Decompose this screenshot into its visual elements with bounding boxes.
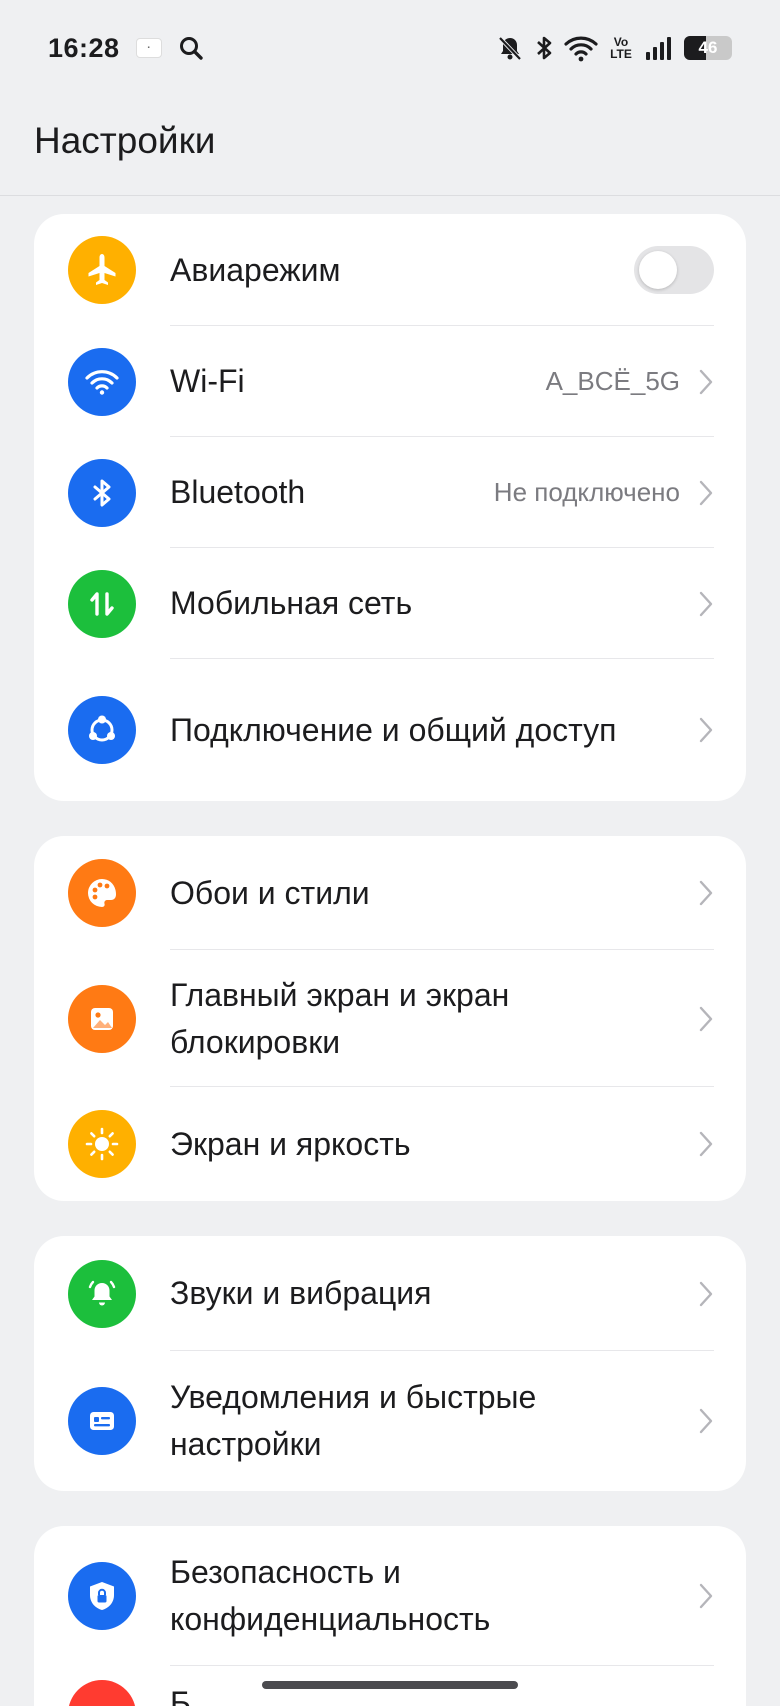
setting-bluetooth[interactable]: Bluetooth Не подключено (34, 437, 746, 548)
settings-group-sound-notifications: Звуки и вибрация Уведомления и быстрые н… (34, 1236, 746, 1491)
search-icon (179, 37, 203, 60)
clock: 16:28 (48, 32, 120, 63)
setting-security-privacy[interactable]: Безопасность и конфиденциальность (34, 1526, 746, 1666)
setting-notifications-quick[interactable]: Уведомления и быстрые настройки (34, 1351, 746, 1491)
chevron-right-icon (699, 369, 713, 394)
settings-group-security: Безопасность и конфиденциальность Б (34, 1526, 746, 1706)
app-notification-icon: ▪ (135, 38, 162, 58)
wifi-icon (68, 347, 136, 416)
chevron-right-icon (699, 717, 713, 743)
wifi-icon (564, 36, 598, 62)
mute-bell-icon (498, 36, 522, 61)
battery-settings-icon (68, 1680, 136, 1706)
setting-mobile-network[interactable]: Мобильная сеть (34, 548, 746, 659)
status-bar: 16:28 ▪ Vo LTE 46 (0, 0, 780, 96)
toggle-knob (639, 251, 677, 289)
shield-lock-icon (68, 1562, 136, 1630)
chevron-right-icon (699, 480, 713, 505)
setting-label: Звуки и вибрация (170, 1275, 432, 1311)
setting-label: Уведомления и быстрые настройки (170, 1379, 537, 1462)
setting-label: Главный экран и экран блокировки (170, 976, 510, 1060)
setting-label: Авиарежим (170, 251, 341, 288)
setting-airplane-mode[interactable]: Авиарежим (34, 214, 746, 326)
page-title: Настройки (34, 120, 216, 161)
bell-icon (68, 1259, 136, 1328)
setting-home-lock-screen[interactable]: Главный экран и экран блокировки (34, 950, 746, 1087)
setting-label: Безопасность и конфиденциальность (170, 1554, 491, 1637)
battery-icon: 46 (684, 36, 732, 60)
bluetooth-icon (68, 458, 136, 527)
palette-icon (68, 859, 136, 927)
setting-connection-sharing[interactable]: Подключение и общий доступ (34, 659, 746, 801)
chevron-right-icon (699, 1281, 713, 1306)
bluetooth-icon (537, 36, 552, 60)
setting-wifi[interactable]: Wi-Fi A_BCЁ_5G (34, 326, 746, 437)
volte-bottom: LTE (610, 47, 632, 61)
setting-sounds-vibration[interactable]: Звуки и вибрация (34, 1236, 746, 1351)
chevron-right-icon (699, 1006, 713, 1031)
setting-label: Обои и стили (170, 874, 370, 911)
setting-value: A_BCЁ_5G (545, 366, 680, 396)
airplane-icon (68, 236, 136, 304)
setting-label: Wi-Fi (170, 363, 245, 399)
brightness-icon (68, 1110, 136, 1178)
setting-label: Подключение и общий доступ (170, 711, 617, 748)
share-icon (68, 696, 136, 764)
setting-label: Экран и яркость (170, 1125, 411, 1162)
home-indicator[interactable] (262, 1681, 518, 1689)
setting-label: Bluetooth (170, 474, 306, 510)
notification-card-icon (68, 1387, 136, 1455)
header: Настройки (0, 96, 780, 196)
setting-value: Не подключено (493, 477, 680, 507)
chevron-right-icon (699, 1583, 713, 1609)
chevron-right-icon (699, 1408, 713, 1434)
battery-level: 46 (698, 38, 718, 57)
setting-wallpapers-styles[interactable]: Обои и стили (34, 836, 746, 950)
volte-icon: Vo LTE (608, 36, 634, 60)
mobile-data-icon (68, 569, 136, 638)
chevron-right-icon (699, 880, 713, 906)
signal-icon (646, 37, 671, 60)
wallpaper-icon (68, 984, 136, 1053)
setting-label: Мобильная сеть (170, 585, 413, 621)
settings-group-personalization: Обои и стили Главный экран и экран блоки… (34, 836, 746, 1201)
chevron-right-icon (699, 1131, 713, 1157)
airplane-mode-toggle[interactable] (634, 246, 714, 294)
setting-display-brightness[interactable]: Экран и яркость (34, 1087, 746, 1201)
chevron-right-icon (699, 591, 713, 616)
settings-group-connectivity: Авиарежим Wi-Fi A_BCЁ_5G Bluetooth Не по… (34, 214, 746, 801)
